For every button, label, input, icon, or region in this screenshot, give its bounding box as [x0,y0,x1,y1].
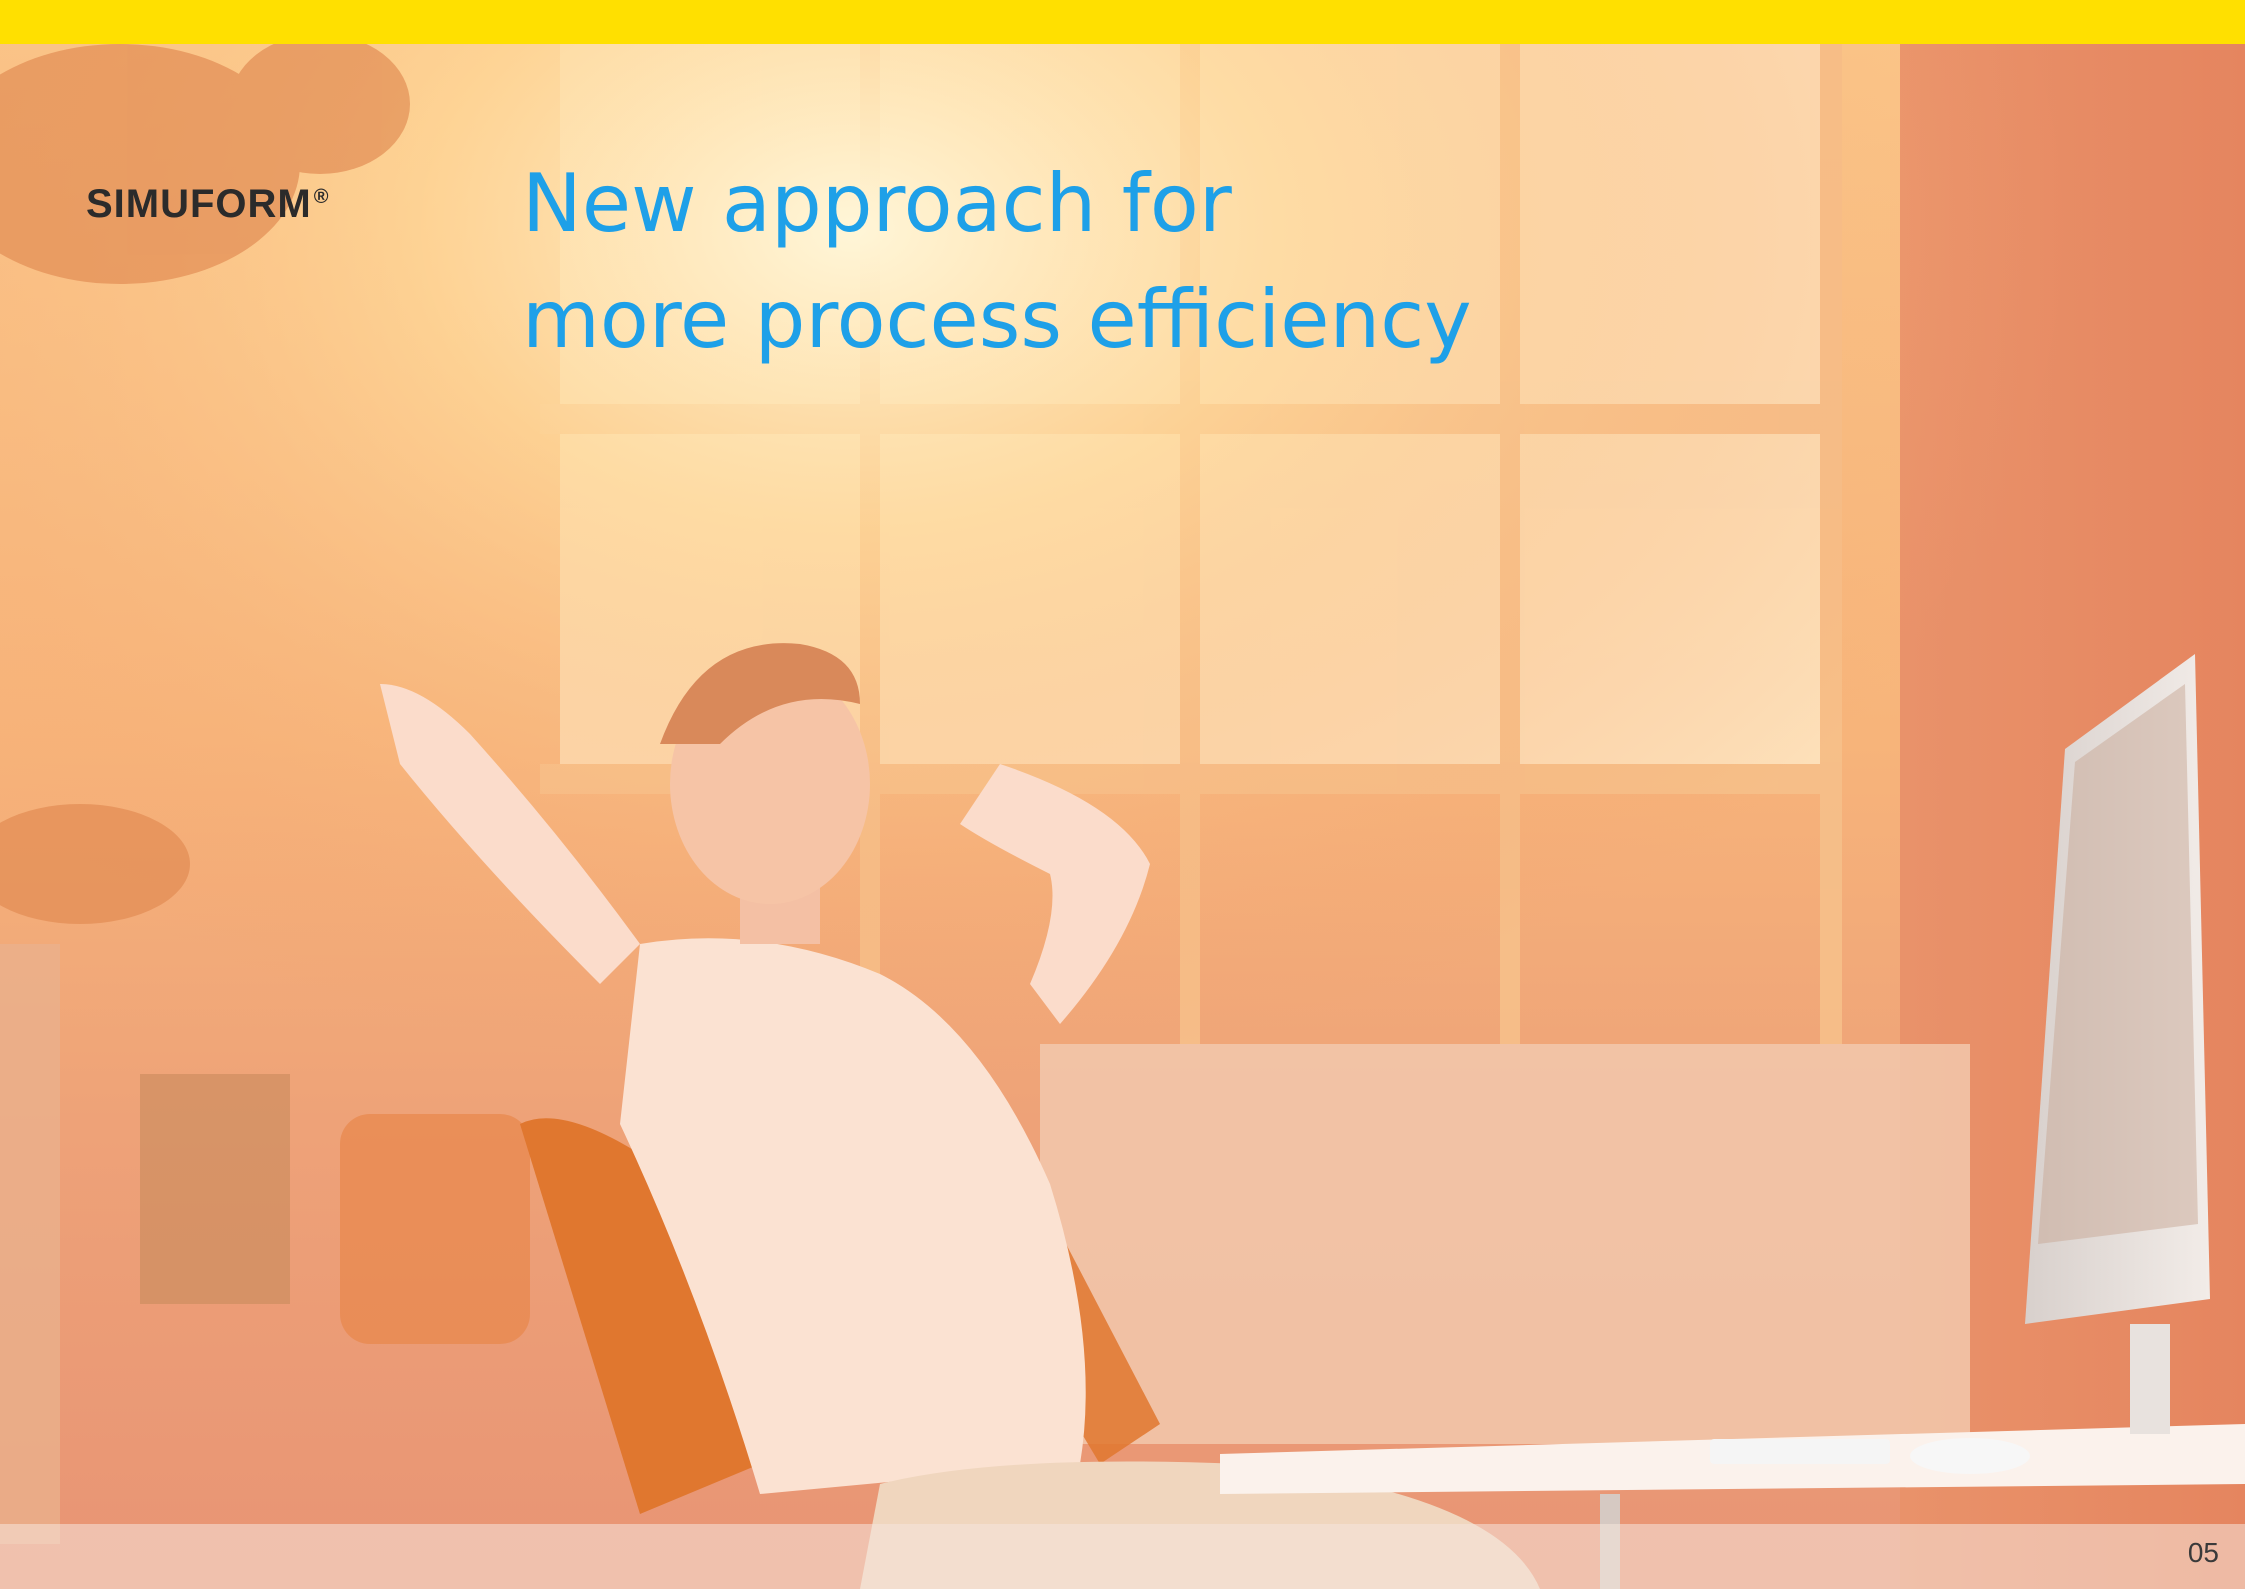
registered-mark: ® [313,185,330,208]
top-accent-bar [0,0,2245,44]
page-number: 05 [2187,1537,2219,1568]
headline-line-2: more process efficiency [522,273,1472,366]
simuform-logo: SIMUFORM ® [86,182,330,227]
headline-line-1: New approach for [522,157,1232,250]
page-headline: New approach for more process efficiency [522,146,1622,378]
logo-text: SIMUFORM [86,182,312,226]
